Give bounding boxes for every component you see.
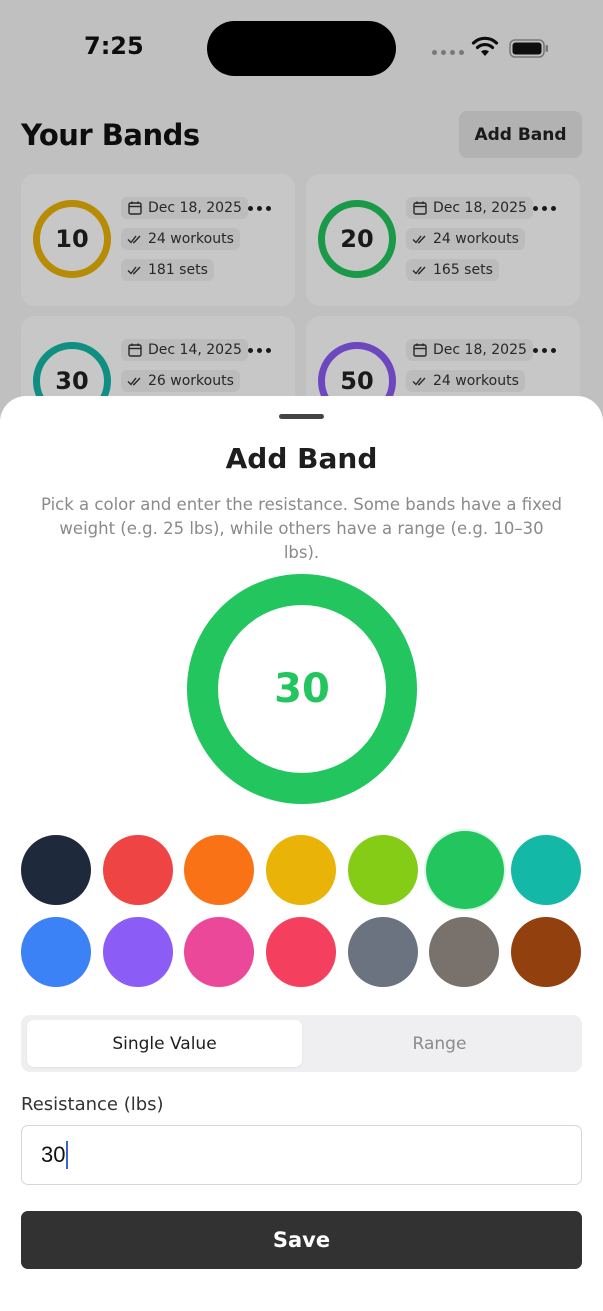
color-swatch-rose[interactable] (266, 917, 336, 987)
color-swatch-navy[interactable] (21, 835, 91, 905)
tab-single-value[interactable]: Single Value (27, 1020, 302, 1067)
color-swatch-stone[interactable] (429, 917, 499, 987)
resistance-value: 30 (41, 1142, 66, 1167)
color-swatch-orange[interactable] (184, 835, 254, 905)
add-band-sheet: Add Band Pick a color and enter the resi… (0, 396, 603, 1311)
resistance-input[interactable]: 30 (21, 1125, 582, 1185)
tab-range[interactable]: Range (302, 1020, 577, 1067)
save-button[interactable]: Save (21, 1211, 582, 1269)
text-cursor (66, 1141, 69, 1169)
resistance-label: Resistance (lbs) (21, 1094, 164, 1115)
band-preview-value: 30 (274, 666, 330, 712)
band-preview-ring: 30 (187, 574, 417, 804)
color-swatch-blue[interactable] (21, 917, 91, 987)
value-mode-toggle: Single Value Range (21, 1015, 582, 1072)
color-swatch-brown[interactable] (511, 917, 581, 987)
color-swatch-red[interactable] (103, 835, 173, 905)
color-swatch-purple[interactable] (103, 917, 173, 987)
color-swatch-amber[interactable] (266, 835, 336, 905)
color-swatch-teal[interactable] (511, 835, 581, 905)
color-swatch-green[interactable] (426, 831, 504, 909)
color-swatch-slate[interactable] (348, 917, 418, 987)
sheet-title: Add Band (225, 442, 378, 475)
sheet-description: Pick a color and enter the resistance. S… (41, 495, 562, 562)
sheet-grabber[interactable] (279, 414, 324, 419)
color-swatch-pink[interactable] (184, 917, 254, 987)
color-swatch-lime[interactable] (348, 835, 418, 905)
